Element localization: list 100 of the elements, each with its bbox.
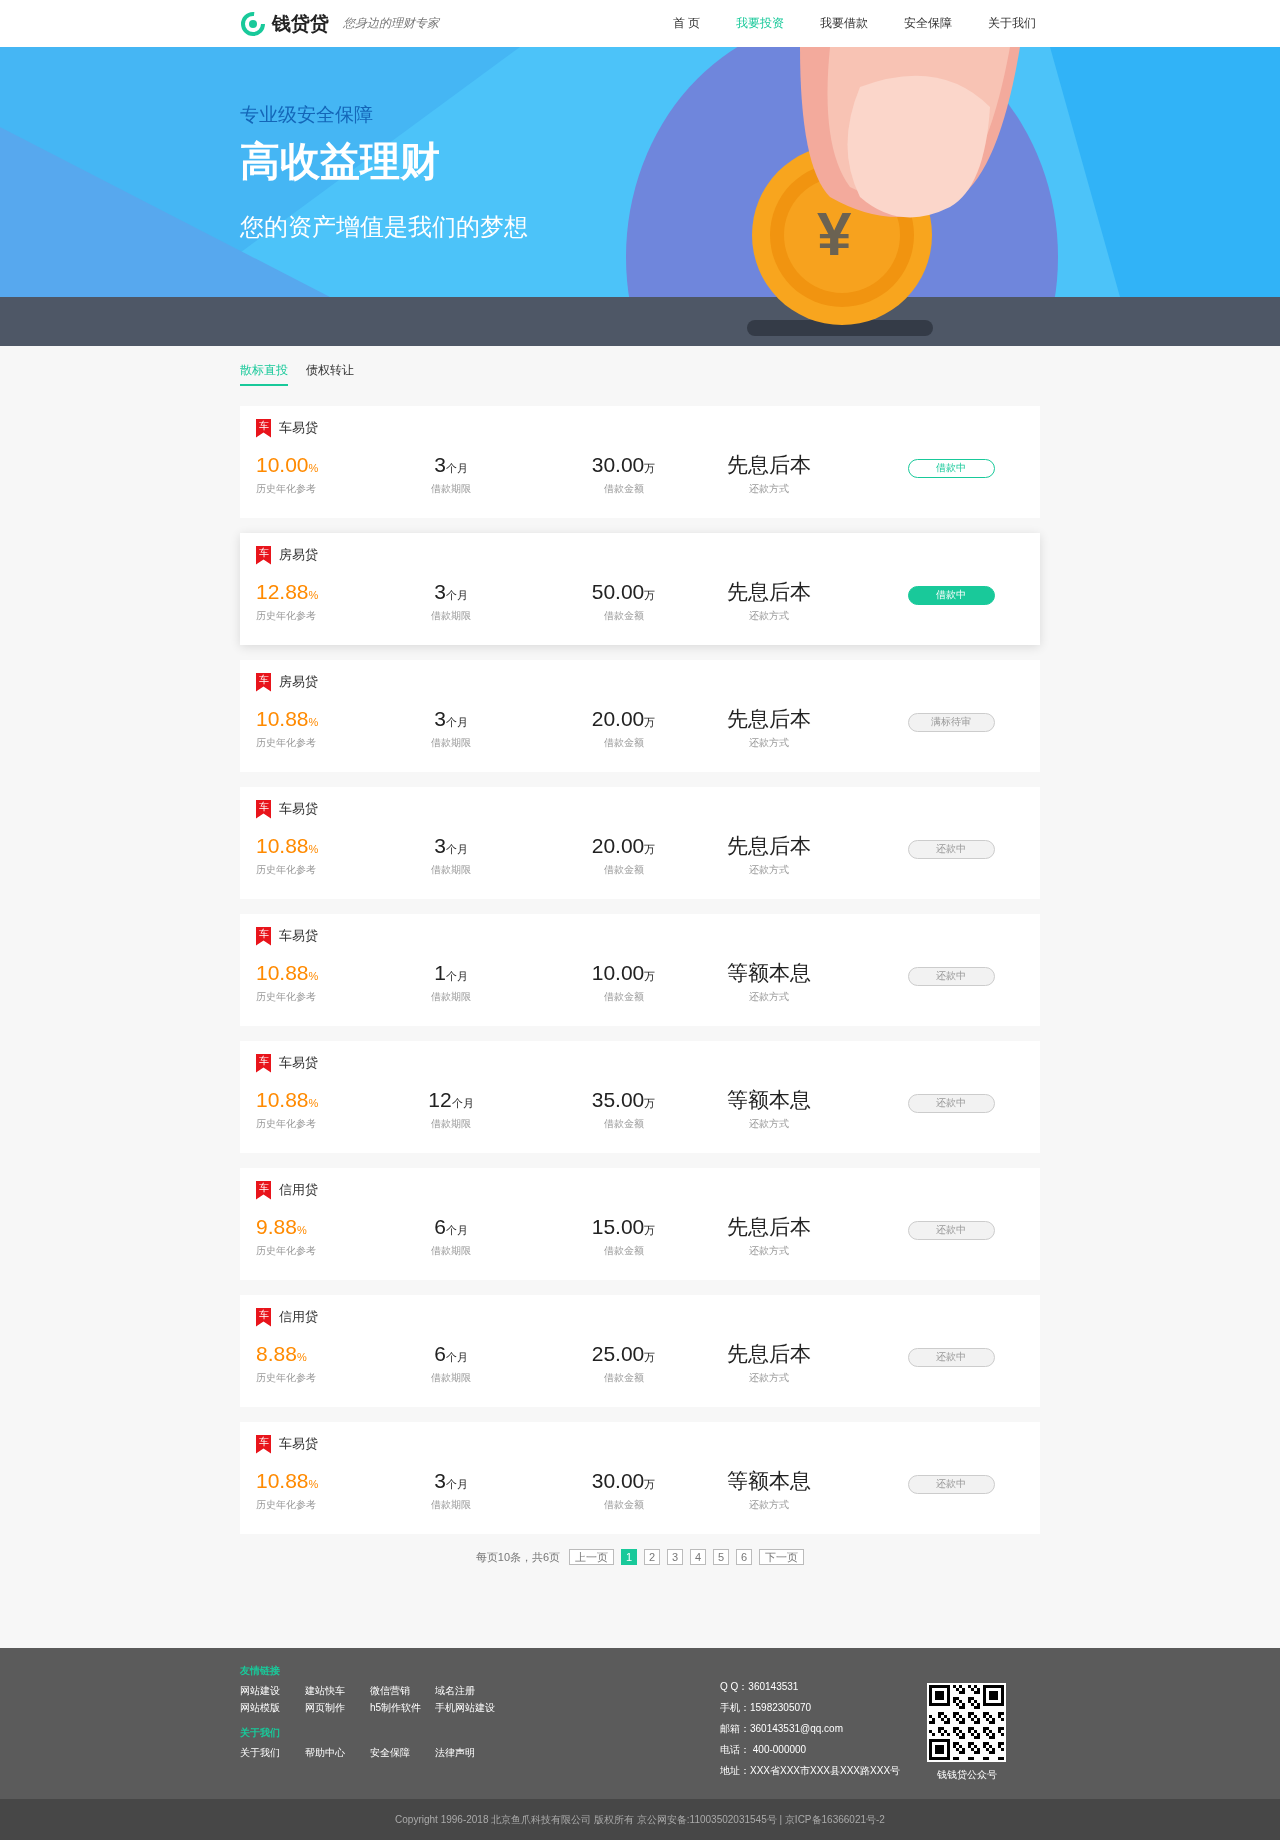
footer-link[interactable]: 网站建设 — [240, 1684, 305, 1698]
loan-card[interactable]: 车 车易贷 10.88% 历史年化参考 1个月 借款期限 10.00万 借款金额 等额本息 还款方式 还款中 — [240, 914, 1040, 1026]
prev-page-button[interactable]: 上一页 — [569, 1549, 615, 1565]
stat-label: 借款金额 — [603, 1244, 644, 1258]
stat-label: 借款金额 — [603, 1498, 644, 1512]
interest-rate: 10.88% — [256, 833, 319, 859]
footer-link[interactable]: 安全保障 — [370, 1746, 435, 1760]
loan-name: 车易贷 — [279, 800, 318, 818]
footer-link[interactable]: 域名注册 — [435, 1684, 500, 1698]
page-button[interactable]: 5 — [713, 1549, 730, 1565]
hero-kicker: 专业级安全保障 — [240, 103, 373, 127]
stat-label: 还款方式 — [748, 482, 789, 496]
footer-link[interactable]: 建站快车 — [305, 1684, 370, 1698]
loan-card[interactable]: 车 车易贷 10.88% 历史年化参考 12个月 借款期限 35.00万 借款金额 等额本息 还款方式 还款中 — [240, 1041, 1040, 1153]
interest-rate: 8.88% — [256, 1341, 307, 1367]
loan-term: 12个月 — [428, 1087, 474, 1113]
loan-name: 车易贷 — [279, 1435, 318, 1453]
tab[interactable]: 债权转让 — [306, 360, 354, 384]
page-button[interactable]: 4 — [690, 1549, 707, 1565]
stat-label: 历史年化参考 — [256, 609, 316, 623]
loan-card[interactable]: 车 房易贷 10.88% 历史年化参考 3个月 借款期限 20.00万 借款金额 先息后本 还款方式 满标待审 — [240, 660, 1040, 772]
loan-amount: 10.00万 — [591, 960, 656, 986]
page-button[interactable]: 2 — [644, 1549, 661, 1565]
stat-label: 还款方式 — [748, 609, 789, 623]
repayment-method: 先息后本 — [726, 452, 811, 478]
loan-card[interactable]: 车 车易贷 10.88% 历史年化参考 3个月 借款期限 30.00万 借款金额 等额本息 还款方式 还款中 — [240, 1422, 1040, 1534]
stat-label: 还款方式 — [748, 1117, 789, 1131]
loan-amount: 20.00万 — [591, 706, 656, 732]
repayment-method: 先息后本 — [726, 833, 811, 859]
footer-link[interactable]: 微信营销 — [370, 1684, 435, 1698]
loan-amount: 20.00万 — [591, 833, 656, 859]
stat-label: 历史年化参考 — [256, 736, 316, 750]
tag-ribbon: 车 — [256, 418, 271, 438]
repayment-method: 先息后本 — [726, 579, 811, 605]
footer-link[interactable]: 帮助中心 — [305, 1746, 370, 1760]
stat-label: 借款期限 — [431, 736, 471, 750]
stat-label: 历史年化参考 — [256, 1371, 316, 1385]
page-button[interactable]: 3 — [667, 1549, 684, 1565]
loan-card[interactable]: 车 房易贷 12.88% 历史年化参考 3个月 借款期限 50.00万 借款金额 先息后本 还款方式 借款中 — [240, 533, 1040, 645]
logo-icon — [240, 10, 266, 37]
footer-heading: 关于我们 — [240, 1726, 281, 1740]
interest-rate: 10.88% — [256, 960, 319, 986]
loan-card[interactable]: 车 车易贷 10.88% 历史年化参考 3个月 借款期限 20.00万 借款金额 先息后本 还款方式 还款中 — [240, 787, 1040, 899]
loan-amount: 35.00万 — [591, 1087, 656, 1113]
tag-ribbon: 车 — [256, 799, 271, 819]
footer-link[interactable]: 网站模版 — [240, 1701, 305, 1715]
hero-subtitle: 您的资产增值是我们的梦想 — [240, 212, 528, 242]
stat-label: 借款期限 — [431, 482, 471, 496]
loan-name: 车易贷 — [279, 1054, 318, 1072]
loan-card[interactable]: 车 信用贷 8.88% 历史年化参考 6个月 借款期限 25.00万 借款金额 先息后本 还款方式 还款中 — [240, 1295, 1040, 1407]
stat-label: 借款期限 — [431, 609, 471, 623]
footer-link[interactable]: 手机网站建设 — [435, 1701, 500, 1715]
page-button[interactable]: 6 — [736, 1549, 753, 1565]
tag-ribbon: 车 — [256, 1053, 271, 1073]
stat-label: 历史年化参考 — [256, 990, 316, 1004]
loan-term: 3个月 — [434, 833, 468, 859]
loan-amount: 50.00万 — [591, 579, 656, 605]
next-page-button[interactable]: 下一页 — [759, 1549, 805, 1565]
loan-card[interactable]: 车 车易贷 10.00% 历史年化参考 3个月 借款期限 30.00万 借款金额 先息后本 还款方式 借款中 — [240, 406, 1040, 518]
loan-term: 3个月 — [434, 452, 468, 478]
stat-label: 还款方式 — [748, 1498, 789, 1512]
stat-label: 借款金额 — [603, 990, 644, 1004]
interest-rate: 10.88% — [256, 706, 319, 732]
loan-amount: 15.00万 — [591, 1214, 656, 1240]
repayment-method: 等额本息 — [726, 1087, 811, 1113]
contact-line: Q Q：360143531 — [720, 1680, 800, 1694]
page-summary: 每页10条，共6页 — [475, 1549, 561, 1565]
stat-label: 借款金额 — [603, 482, 644, 496]
contact-line: 手机：15982305070 — [720, 1701, 813, 1715]
loan-term: 3个月 — [434, 1468, 468, 1494]
loan-term: 1个月 — [434, 960, 468, 986]
footer-link[interactable]: 法律声明 — [435, 1746, 500, 1760]
stat-label: 借款期限 — [431, 1244, 471, 1258]
tag-ribbon: 车 — [256, 1434, 271, 1454]
nav-link[interactable]: 首 页 — [672, 15, 700, 32]
stat-label: 还款方式 — [748, 990, 789, 1004]
footer-link[interactable]: 网页制作 — [305, 1701, 370, 1715]
tag-ribbon: 车 — [256, 1307, 271, 1327]
interest-rate: 10.88% — [256, 1468, 319, 1494]
loan-name: 房易贷 — [279, 673, 318, 691]
loan-name: 信用贷 — [279, 1308, 318, 1326]
footer-link[interactable]: h5制作软件 — [370, 1701, 435, 1715]
contact-line: 邮箱：360143531@qq.com — [720, 1722, 844, 1736]
loan-amount: 30.00万 — [591, 1468, 656, 1494]
loan-card[interactable]: 车 信用贷 9.88% 历史年化参考 6个月 借款期限 15.00万 借款金额 先息后本 还款方式 还款中 — [240, 1168, 1040, 1280]
footer-heading: 友情链接 — [240, 1664, 281, 1678]
tag-ribbon: 车 — [256, 1180, 271, 1200]
interest-rate: 9.88% — [256, 1214, 307, 1240]
currency-symbol: ¥ — [817, 203, 852, 265]
footer-link[interactable]: 关于我们 — [240, 1746, 305, 1760]
repayment-method: 等额本息 — [726, 1468, 811, 1494]
nav-link[interactable]: 我要借款 — [820, 15, 868, 32]
stat-label: 历史年化参考 — [256, 1498, 316, 1512]
tag-ribbon: 车 — [256, 545, 271, 565]
nav-link[interactable]: 关于我们 — [988, 15, 1036, 32]
nav-link[interactable]: 安全保障 — [904, 15, 952, 32]
slogan: 您身边的理财专家 — [343, 15, 439, 32]
loan-term: 3个月 — [434, 579, 468, 605]
stat-label: 还款方式 — [748, 863, 789, 877]
loan-name: 信用贷 — [279, 1181, 318, 1199]
